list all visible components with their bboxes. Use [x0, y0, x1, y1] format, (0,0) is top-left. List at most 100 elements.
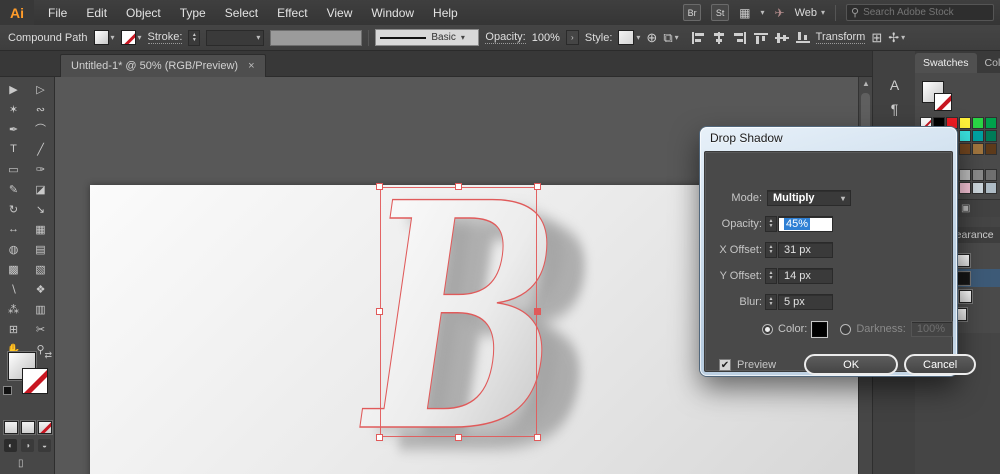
scale-tool[interactable]: ↘ [27, 199, 54, 219]
more-options-dropdown[interactable]: ✢ ▾ [888, 30, 905, 46]
swatch[interactable] [959, 130, 971, 142]
y-offset-input[interactable]: 14 px [778, 268, 833, 284]
stroke-weight-label[interactable]: Stroke: [147, 31, 183, 44]
eyedropper-tool[interactable]: ∖ [0, 279, 27, 299]
swatch[interactable] [985, 130, 997, 142]
stroke-proxy[interactable] [934, 93, 952, 111]
magic-wand-tool[interactable]: ✶ [0, 99, 27, 119]
scroll-up-icon[interactable]: ▲ [862, 79, 870, 88]
document-tab[interactable]: Untitled-1* @ 50% (RGB/Preview) × [60, 54, 266, 77]
free-transform-tool[interactable]: ▦ [27, 219, 54, 239]
swatch[interactable] [959, 143, 971, 155]
gradient-tool[interactable]: ▧ [27, 259, 54, 279]
line-segment-tool[interactable]: ╱ [27, 139, 54, 159]
menu-item[interactable]: View [327, 6, 353, 20]
menu-item[interactable]: Type [180, 6, 206, 20]
gradient-button[interactable] [21, 421, 35, 434]
width-tool[interactable]: ↔ [0, 219, 27, 239]
variable-width-profile[interactable] [270, 29, 363, 46]
selection-tool[interactable]: ▶ [0, 79, 27, 99]
isolate-object-icon[interactable]: ⊞ [871, 30, 882, 46]
align-left-icon[interactable] [691, 31, 705, 44]
opacity-value[interactable]: 100% [532, 32, 560, 44]
align-center-icon[interactable] [712, 31, 726, 44]
share-icon[interactable]: ✈ [775, 6, 785, 20]
align-bottom-icon[interactable] [795, 31, 810, 44]
transform-label[interactable]: Transform [815, 31, 866, 44]
swatch[interactable] [959, 182, 971, 194]
document-setup-dropdown[interactable]: ⧉ ▾ [663, 30, 678, 46]
screen-mode-icon[interactable]: ▯ [18, 458, 24, 469]
default-fill-stroke-icon[interactable] [3, 386, 12, 395]
selected-artwork[interactable]: B B B [357, 133, 598, 474]
stroke-weight-stepper[interactable]: ▲ ▼ [188, 29, 201, 46]
stroke-weight-select[interactable]: ▾ [206, 29, 265, 46]
artboard-tool[interactable]: ⊞ [0, 319, 27, 339]
blend-tool[interactable]: ❖ [27, 279, 54, 299]
opacity-input[interactable]: 45% [778, 216, 833, 232]
align-top-icon[interactable] [753, 32, 768, 44]
close-icon[interactable]: × [248, 60, 254, 72]
swatch[interactable] [972, 117, 984, 129]
menu-item[interactable]: File [48, 6, 67, 20]
draw-behind-icon[interactable]: ◑ [21, 439, 34, 452]
swatch[interactable] [972, 130, 984, 142]
opacity-label[interactable]: Opacity: [485, 31, 526, 44]
blur-input[interactable]: 5 px [778, 294, 833, 310]
stroke-color-dropdown[interactable]: ▾ [120, 30, 142, 45]
darkness-radio[interactable] [840, 323, 852, 335]
swatch[interactable] [972, 182, 984, 194]
selection-handle[interactable] [376, 434, 383, 441]
mode-select[interactable]: Multiply ▾ [767, 190, 851, 206]
fill-color-dropdown[interactable]: ▾ [93, 30, 115, 45]
swatch[interactable] [972, 169, 984, 181]
shape-builder-tool[interactable]: ◍ [0, 239, 27, 259]
workspace-layout-icon[interactable]: ▦ [739, 6, 750, 20]
menu-item[interactable]: Object [126, 6, 161, 20]
drop-shadow-dialog[interactable]: Drop Shadow Mode: Multiply ▾ Opacity: ▲ … [700, 127, 977, 376]
swap-fill-stroke-icon[interactable]: ⇄ [44, 350, 52, 361]
symbol-sprayer-tool[interactable]: ⁂ [0, 299, 27, 319]
y-offset-stepper[interactable]: ▲ ▼ [765, 268, 777, 284]
style-dropdown[interactable]: ▾ [618, 30, 640, 45]
recolor-artwork-icon[interactable]: ⊕ [646, 30, 657, 46]
cancel-button[interactable]: Cancel [904, 354, 977, 375]
stroke-proxy[interactable] [22, 368, 48, 394]
curvature-tool[interactable]: ⌒ [27, 119, 54, 139]
swatch[interactable] [959, 117, 971, 129]
rectangle-tool[interactable]: ▭ [0, 159, 27, 179]
align-right-icon[interactable] [733, 31, 747, 44]
chevron-down-icon[interactable]: ▾ [760, 8, 764, 17]
color-button[interactable] [4, 421, 18, 434]
ok-button[interactable]: OK [804, 354, 899, 375]
column-graph-tool[interactable]: ▥ [27, 299, 54, 319]
character-panel-icon[interactable]: A [873, 73, 916, 97]
draw-normal-icon[interactable]: ◐ [4, 439, 17, 452]
menu-item[interactable]: Edit [86, 6, 107, 20]
bridge-button[interactable]: Br [683, 4, 702, 21]
slice-tool[interactable]: ✂ [27, 319, 54, 339]
paragraph-panel-icon[interactable]: ¶ [873, 97, 916, 121]
swatch[interactable] [959, 169, 971, 181]
selection-handle[interactable] [534, 308, 541, 315]
selection-handle[interactable] [376, 308, 383, 315]
type-tool[interactable]: T [0, 139, 27, 159]
eraser-tool[interactable]: ◪ [27, 179, 54, 199]
pen-tool[interactable]: ✒ [0, 119, 27, 139]
swatch[interactable] [972, 143, 984, 155]
preview-checkbox[interactable]: ✔ [719, 358, 731, 371]
swatch[interactable] [985, 143, 997, 155]
lasso-tool[interactable]: ∾ [27, 99, 54, 119]
menu-item[interactable]: Effect [277, 6, 307, 20]
blur-stepper[interactable]: ▲ ▼ [765, 294, 777, 310]
tab-swatches[interactable]: Swatches [915, 53, 977, 73]
mesh-tool[interactable]: ▩ [0, 259, 27, 279]
brush-definition-select[interactable]: Basic ▾ [375, 29, 480, 46]
swatch[interactable] [985, 117, 997, 129]
tab-color[interactable]: Color [977, 53, 1000, 73]
menu-item[interactable]: Select [225, 6, 258, 20]
x-offset-stepper[interactable]: ▲ ▼ [765, 242, 777, 258]
menu-item[interactable]: Window [371, 6, 414, 20]
swatch[interactable] [985, 182, 997, 194]
none-button[interactable] [38, 421, 52, 434]
